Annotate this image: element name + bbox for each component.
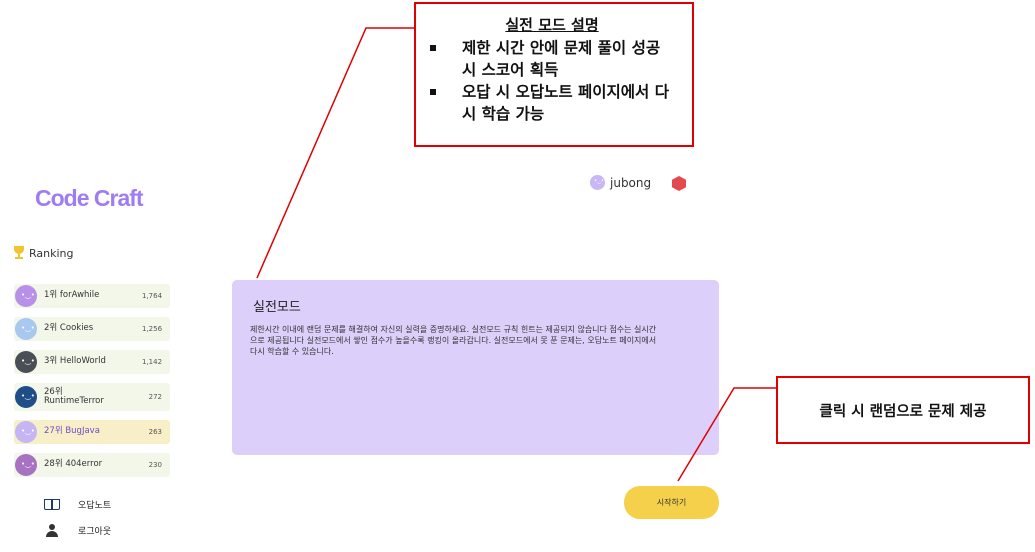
app-logo[interactable]: Code Craft bbox=[35, 185, 144, 212]
ranking-score: 230 bbox=[148, 461, 162, 469]
trophy-icon bbox=[12, 246, 26, 260]
ranking-user: 3위 HelloWorld bbox=[44, 356, 106, 367]
annotation-start-note: 클릭 시 랜덤으로 문제 제공 bbox=[776, 376, 1030, 444]
hexagon-badge-icon[interactable] bbox=[672, 176, 686, 191]
username: jubong bbox=[610, 175, 652, 190]
ranking-user: 28위 404error bbox=[44, 459, 103, 470]
annotation-point: 오답 시 오답노트 페이지에서 다시 학습 가능 bbox=[426, 81, 678, 125]
annotation-mode-description: 실전 모드 설명 제한 시간 안에 문제 풀이 성공 시 스코어 획득 오답 시… bbox=[414, 2, 694, 147]
mode-description-panel: 실전모드 제한시간 이내에 랜덤 문제를 해결하여 자신의 실력을 증명하세요.… bbox=[232, 280, 719, 455]
ranking-list: •‿• 1위 forAwhile 1,764 •‿• 2위 Cookies 1,… bbox=[14, 284, 170, 486]
menu-label: 로그아웃 bbox=[78, 527, 112, 537]
user-icon bbox=[46, 524, 58, 537]
menu-label: 오답노트 bbox=[78, 501, 112, 511]
ranking-row[interactable]: •‿• 1위 forAwhile 1,764 bbox=[14, 284, 170, 308]
book-icon bbox=[44, 499, 60, 510]
start-button[interactable]: 시작하기 bbox=[624, 486, 719, 519]
menu-item-logout[interactable]: 로그아웃 bbox=[44, 524, 111, 537]
ranking-title: Ranking bbox=[29, 246, 74, 260]
ranking-user: 26위 RuntimeTerror bbox=[44, 386, 104, 406]
avatar: •‿• bbox=[590, 175, 605, 190]
menu-item-wrong-note[interactable]: 오답노트 bbox=[44, 498, 111, 511]
ranking-row[interactable]: •‿• 26위 RuntimeTerror 272 bbox=[14, 383, 170, 411]
annotation-line-mode bbox=[256, 27, 414, 279]
ranking-user: 27위 BugJava bbox=[44, 426, 100, 437]
avatar: •‿• bbox=[15, 318, 37, 340]
ranking-header: Ranking bbox=[12, 246, 74, 260]
ranking-score: 263 bbox=[148, 428, 162, 436]
ranking-row-current-user[interactable]: •‿• 27위 BugJava 263 bbox=[14, 420, 170, 444]
avatar: •‿• bbox=[15, 351, 37, 373]
panel-description: 제한시간 이내에 랜덤 문제를 해결하여 자신의 실력을 증명하세요. 실전모드… bbox=[250, 325, 657, 356]
ranking-row[interactable]: •‿• 2위 Cookies 1,256 bbox=[14, 317, 170, 341]
ranking-score: 1,764 bbox=[142, 292, 163, 300]
avatar: •‿• bbox=[15, 386, 37, 408]
user-profile[interactable]: •‿• jubong bbox=[590, 175, 651, 190]
annotation-text: 클릭 시 랜덤으로 문제 제공 bbox=[819, 403, 987, 420]
avatar: •‿• bbox=[15, 285, 37, 307]
annotation-point: 제한 시간 안에 문제 풀이 성공 시 스코어 획득 bbox=[426, 37, 678, 81]
avatar: •‿• bbox=[15, 454, 37, 476]
ranking-user: 1위 forAwhile bbox=[44, 290, 100, 301]
ranking-row[interactable]: •‿• 3위 HelloWorld 1,142 bbox=[14, 350, 170, 374]
ranking-score: 272 bbox=[148, 393, 162, 401]
panel-title: 실전모드 bbox=[253, 300, 301, 315]
avatar: •‿• bbox=[15, 421, 37, 443]
annotation-title: 실전 모드 설명 bbox=[505, 16, 599, 34]
ranking-user: 2위 Cookies bbox=[44, 323, 94, 334]
ranking-score: 1,142 bbox=[142, 358, 163, 366]
ranking-score: 1,256 bbox=[142, 325, 163, 333]
ranking-row[interactable]: •‿• 28위 404error 230 bbox=[14, 453, 170, 477]
